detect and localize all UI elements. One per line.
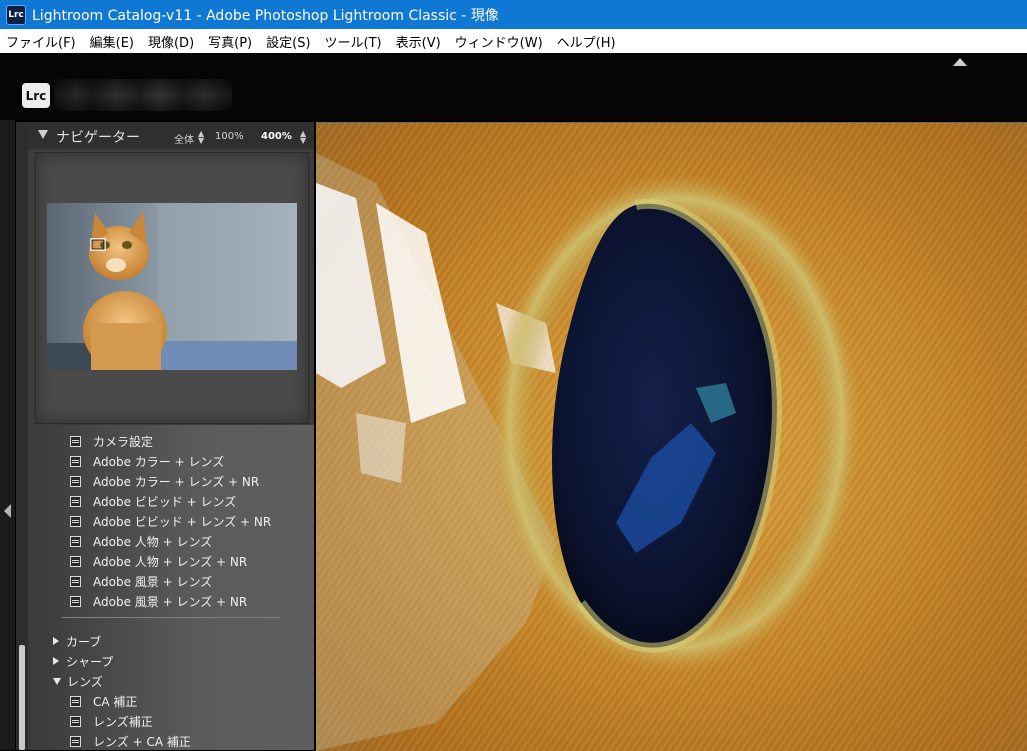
preset-icon (70, 695, 81, 707)
lrc-logo: Lrc (22, 83, 50, 108)
group-label: シャープ (66, 654, 114, 669)
preset-label: Adobe 人物 + レンズ (93, 534, 213, 549)
preset-label: Adobe 人物 + レンズ + NR (93, 554, 248, 569)
preset-icon (70, 595, 81, 607)
preset-icon (70, 555, 81, 567)
expand-triangle-icon (53, 657, 59, 665)
left-panel-edge (0, 120, 15, 750)
preset-item[interactable]: Adobe 人物 + レンズ (70, 531, 212, 551)
preset-label: レンズ補正 (93, 714, 153, 729)
menu-bar: ファイル(F) 編集(E) 現像(D) 写真(P) 設定(S) ツール(T) 表… (0, 29, 1027, 53)
preset-item[interactable]: CA 補正 (70, 691, 137, 711)
preset-list: カメラ設定 Adobe カラー + レンズ Adobe カラー + レンズ + … (28, 425, 314, 750)
preset-label: レンズ + CA 補正 (93, 734, 191, 749)
preset-label: Adobe 風景 + レンズ + NR (93, 594, 248, 609)
photo-canvas[interactable] (316, 122, 1027, 751)
collapse-left-panel-icon[interactable] (4, 504, 11, 518)
group-label: レンズ (67, 674, 103, 689)
preset-icon (70, 455, 81, 467)
menu-tools[interactable]: ツール(T) (318, 32, 389, 51)
preset-item[interactable]: レンズ補正 (70, 711, 153, 731)
preset-icon (70, 435, 81, 447)
group-lens[interactable]: レンズ (53, 671, 103, 691)
menu-view[interactable]: 表示(V) (389, 32, 448, 51)
navigator-preview[interactable] (35, 152, 309, 424)
identity-plate-blurred (54, 79, 232, 111)
preset-icon (70, 535, 81, 547)
menu-settings[interactable]: 設定(S) (259, 32, 317, 51)
preset-label: Adobe カラー + レンズ + NR (93, 474, 260, 489)
collapse-triangle-icon[interactable] (38, 130, 48, 139)
preset-icon (70, 495, 81, 507)
preset-item[interactable]: Adobe カラー + レンズ + NR (70, 471, 259, 491)
zoom-400-updown-icon[interactable]: ▲ ▼ (300, 130, 306, 145)
preset-label: Adobe 風景 + レンズ (93, 574, 213, 589)
preset-label: CA 補正 (93, 694, 138, 709)
zoom-fit-updown-icon[interactable]: ▲ ▼ (198, 130, 204, 145)
preset-label: Adobe ビビッド + レンズ (93, 494, 237, 509)
menu-file[interactable]: ファイル(F) (0, 32, 83, 51)
preset-item[interactable]: Adobe 風景 + レンズ (70, 571, 212, 591)
menu-photo[interactable]: 写真(P) (201, 32, 259, 51)
menu-edit[interactable]: 編集(E) (83, 32, 141, 51)
group-sharpen[interactable]: シャープ (53, 651, 113, 671)
preset-label: カメラ設定 (93, 434, 154, 449)
zoom-400[interactable]: 400% (261, 131, 292, 142)
navigator-header[interactable]: ナビゲーター 全体 ▲ ▼ 100% 400% ▲ ▼ (28, 122, 314, 149)
preset-item[interactable]: Adobe ビビッド + レンズ + NR (70, 511, 271, 531)
collapse-top-panel-icon[interactable] (953, 58, 967, 66)
preset-item[interactable]: Adobe 人物 + レンズ + NR (70, 551, 247, 571)
navigator-thumbnail[interactable] (47, 203, 297, 370)
preset-item[interactable]: レンズ + CA 補正 (70, 731, 191, 751)
preset-item[interactable]: Adobe ビビッド + レンズ (70, 491, 236, 511)
preset-label: Adobe カラー + レンズ (93, 454, 225, 469)
zoom-fit[interactable]: 全体 (174, 131, 194, 146)
preset-label: Adobe ビビッド + レンズ + NR (93, 514, 272, 529)
menu-window[interactable]: ウィンドウ(W) (448, 32, 550, 51)
zoomed-eye-image (316, 123, 1027, 751)
group-label: カーブ (66, 634, 102, 649)
preset-separator (62, 617, 280, 618)
zoom-100[interactable]: 100% (215, 131, 244, 142)
preset-icon (70, 475, 81, 487)
preset-icon (70, 575, 81, 587)
preset-item[interactable]: Adobe 風景 + レンズ + NR (70, 591, 247, 611)
expand-triangle-icon (53, 637, 59, 645)
group-curve[interactable]: カーブ (53, 631, 101, 651)
app-icon: Lrc (6, 4, 26, 25)
menu-help[interactable]: ヘルプ(H) (550, 32, 623, 51)
title-bar: Lrc Lightroom Catalog-v11 - Adobe Photos… (0, 0, 1027, 29)
preset-icon (70, 715, 81, 727)
window-title: Lightroom Catalog-v11 - Adobe Photoshop … (32, 7, 499, 24)
navigator-title: ナビゲーター (56, 130, 140, 146)
menu-develop[interactable]: 現像(D) (141, 32, 201, 51)
preset-icon (70, 515, 81, 527)
preset-item[interactable]: カメラ設定 (70, 431, 153, 451)
preset-item[interactable]: Adobe カラー + レンズ (70, 451, 224, 471)
collapse-triangle-icon (53, 677, 61, 685)
preset-icon (70, 735, 81, 747)
panel-scrollbar-thumb[interactable] (19, 645, 25, 750)
left-panel: ナビゲーター 全体 ▲ ▼ 100% 400% ▲ ▼ カメラ設定 Adobe … (28, 122, 314, 750)
